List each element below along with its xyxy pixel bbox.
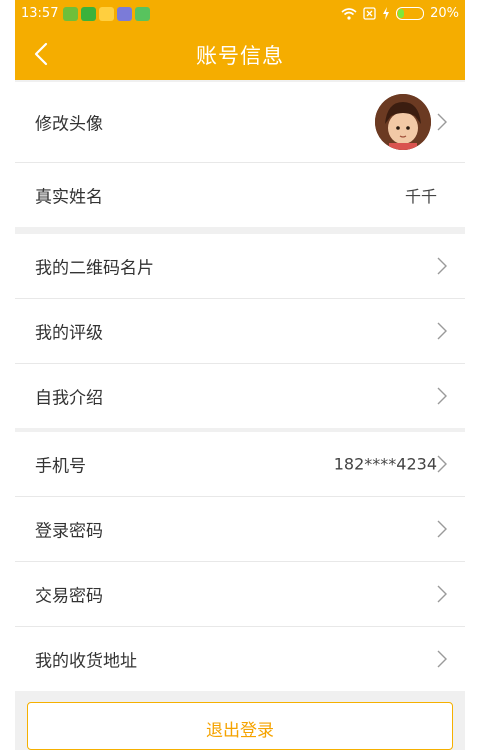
row-label: 手机号 <box>35 456 86 477</box>
nav-bar: 账号信息 <box>15 28 465 80</box>
chevron-right-icon <box>437 257 447 275</box>
account-info-screen: 13:57 20% 账号信息 修改头像 真实姓名 千千 我的二维码名片 我的评级… <box>15 0 465 750</box>
row-label: 我的收货地址 <box>35 651 137 672</box>
logout-button[interactable]: 退出登录 <box>27 702 453 750</box>
status-right: 20% <box>341 6 459 21</box>
chevron-right-icon <box>437 585 447 603</box>
wifi-icon <box>341 7 357 20</box>
phone-value: 182****4234 <box>333 454 437 474</box>
row-label: 登录密码 <box>35 521 103 542</box>
row-self-intro[interactable]: 自我介绍 <box>15 364 465 428</box>
notification-icons <box>63 7 150 21</box>
chevron-right-icon <box>437 650 447 668</box>
section-profile-extras: 我的二维码名片 我的评级 自我介绍 <box>15 234 465 428</box>
app-icon-purple <box>117 7 132 21</box>
chevron-right-icon <box>437 322 447 340</box>
battery-icon <box>396 7 425 20</box>
row-label: 我的评级 <box>35 323 103 344</box>
status-bar: 13:57 20% <box>15 0 465 28</box>
logout-label: 退出登录 <box>206 721 274 741</box>
sim-off-icon <box>363 7 376 20</box>
row-label: 我的二维码名片 <box>35 258 154 279</box>
row-my-rating[interactable]: 我的评级 <box>15 299 465 364</box>
status-time: 13:57 <box>21 6 59 21</box>
row-label: 真实姓名 <box>35 187 103 208</box>
page-title: 账号信息 <box>196 44 284 68</box>
battery-percent: 20% <box>430 6 459 21</box>
app-icon-yellow <box>99 7 114 21</box>
row-label: 交易密码 <box>35 586 103 607</box>
real-name-value: 千千 <box>404 187 437 206</box>
row-label: 修改头像 <box>35 114 103 135</box>
wechat-icon <box>81 7 96 21</box>
chevron-right-icon <box>437 387 447 405</box>
row-shipping-address[interactable]: 我的收货地址 <box>15 627 465 691</box>
row-login-password[interactable]: 登录密码 <box>15 497 465 562</box>
chevron-right-icon <box>437 520 447 538</box>
row-phone[interactable]: 手机号 182****4234 <box>15 432 465 497</box>
row-label: 自我介绍 <box>35 388 103 409</box>
section-security: 手机号 182****4234 登录密码 交易密码 我的收货地址 <box>15 432 465 691</box>
charging-icon <box>383 7 390 20</box>
row-change-avatar[interactable]: 修改头像 <box>15 82 465 163</box>
row-real-name[interactable]: 真实姓名 千千 <box>15 163 465 227</box>
row-qr-card[interactable]: 我的二维码名片 <box>15 234 465 299</box>
row-trade-password[interactable]: 交易密码 <box>15 562 465 627</box>
chevron-right-icon <box>437 113 447 131</box>
section-profile: 修改头像 真实姓名 千千 <box>15 82 465 227</box>
app-icon-green <box>63 7 78 21</box>
avatar <box>375 94 431 150</box>
chevron-right-icon <box>437 455 447 473</box>
app-icon-robot <box>135 7 150 21</box>
